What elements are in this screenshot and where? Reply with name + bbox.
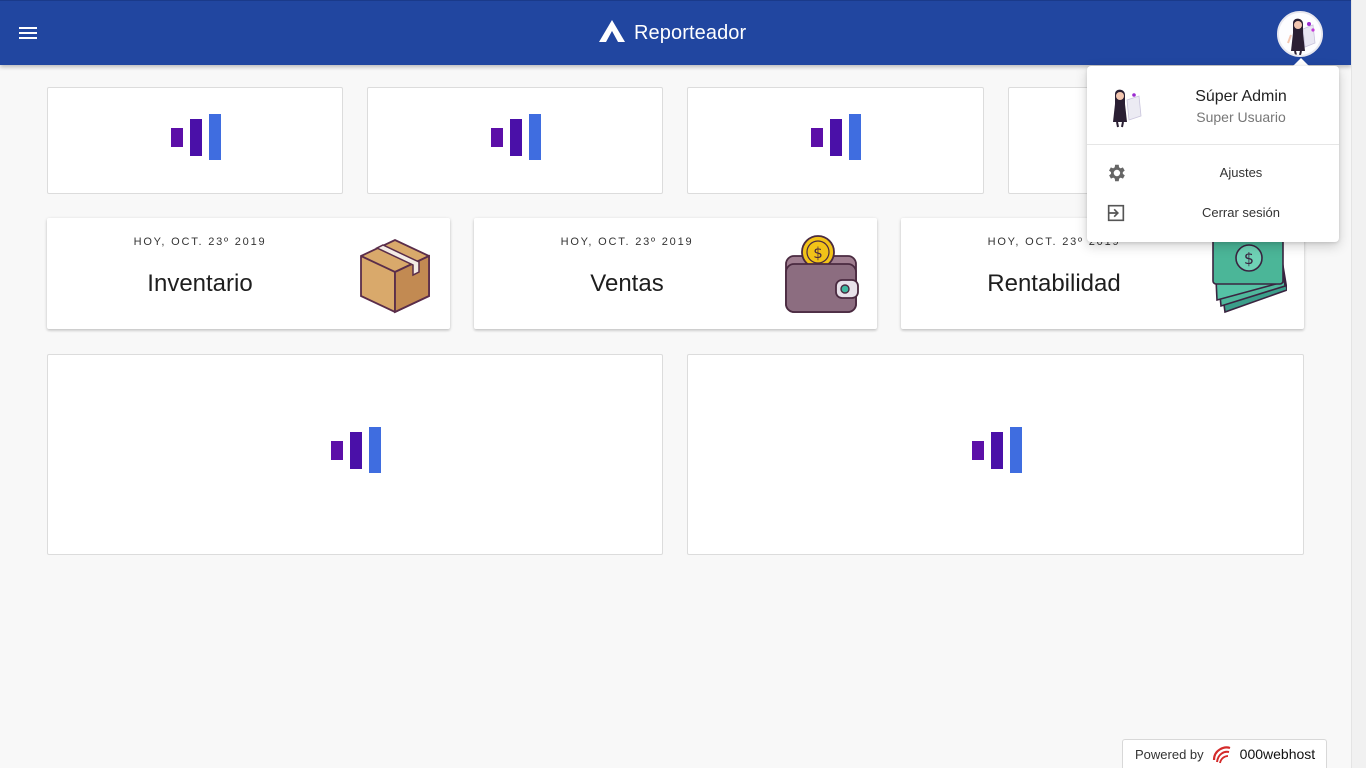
- host-logo-icon: [1212, 746, 1231, 764]
- powered-by-label: Powered by: [1135, 746, 1204, 762]
- user-avatar-icon: [1113, 89, 1142, 128]
- app-title: Reporteador: [634, 21, 747, 44]
- money-stack-icon: $: [1212, 235, 1287, 314]
- brand-logo-icon: [598, 19, 626, 48]
- hamburger-menu-icon[interactable]: [14, 19, 42, 47]
- svg-text:$: $: [1244, 249, 1254, 268]
- loading-bars-icon: [811, 114, 861, 160]
- stat-title: Ventas: [590, 270, 664, 297]
- menu-divider: [1087, 144, 1339, 145]
- user-avatar-button[interactable]: [1277, 11, 1323, 57]
- menu-item-ajustes[interactable]: Ajustes: [1087, 154, 1339, 192]
- top-app-bar: Reporteador: [0, 0, 1351, 65]
- user-avatar-icon: [1279, 13, 1321, 55]
- powered-by-badge[interactable]: Powered by 000webhost: [1122, 739, 1327, 768]
- stat-title: Inventario: [147, 270, 253, 297]
- menu-item-label: Cerrar sesión: [1201, 205, 1281, 220]
- svg-text:$: $: [813, 244, 823, 262]
- page-scrollbar[interactable]: [1351, 0, 1366, 768]
- host-name: 000webhost: [1239, 746, 1316, 762]
- user-role: Super Usuario: [1196, 109, 1286, 125]
- kpi-card-2: [367, 87, 663, 194]
- loading-bars-icon: [972, 427, 1022, 473]
- loading-bars-icon: [331, 427, 381, 473]
- brand[interactable]: Reporteador: [598, 19, 746, 47]
- user-menu-dropdown: Súper Admin Super Usuario Ajustes Cerrar…: [1087, 66, 1339, 242]
- stat-title: Rentabilidad: [987, 270, 1121, 297]
- chart-card-right: [687, 354, 1304, 555]
- logout-icon: [1107, 204, 1125, 222]
- kpi-card-3: [687, 87, 984, 194]
- menu-item-label: Ajustes: [1219, 165, 1263, 180]
- wallet-coin-icon: $: [785, 235, 859, 313]
- kpi-card-1: [47, 87, 343, 194]
- user-name: Súper Admin: [1195, 88, 1287, 105]
- loading-bars-icon: [171, 114, 221, 160]
- chart-card-left: [47, 354, 663, 555]
- box-icon: [360, 239, 430, 314]
- stat-card-ventas[interactable]: HOY, OCT. 23º 2019 Ventas $: [474, 218, 877, 329]
- stat-date: HOY, OCT. 23º 2019: [560, 236, 694, 248]
- stat-date: HOY, OCT. 23º 2019: [133, 236, 267, 248]
- stat-card-inventario[interactable]: HOY, OCT. 23º 2019 Inventario: [47, 218, 450, 329]
- menu-item-cerrar-sesion[interactable]: Cerrar sesión: [1087, 194, 1339, 232]
- gear-icon: [1109, 164, 1125, 182]
- loading-bars-icon: [491, 114, 541, 160]
